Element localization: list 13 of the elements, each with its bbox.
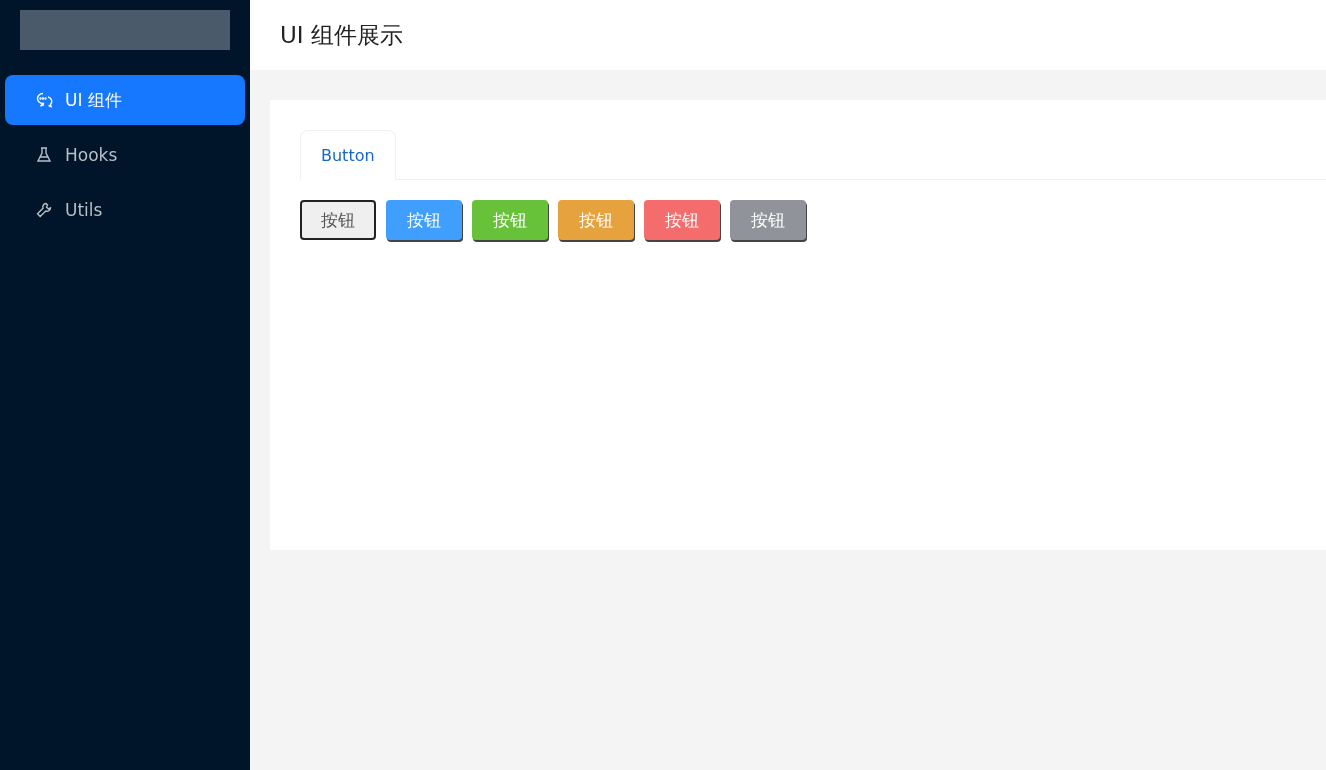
page-title: UI 组件展示	[280, 20, 403, 50]
sidebar-item[interactable]: Hooks	[5, 130, 245, 180]
demo-button[interactable]: 按钮	[558, 200, 634, 240]
tab[interactable]: Button	[300, 130, 396, 180]
wrench-icon	[35, 201, 53, 219]
sidebar-item[interactable]: Utils	[5, 185, 245, 235]
demo-button[interactable]: 按钮	[472, 200, 548, 240]
demo-button[interactable]: 按钮	[730, 200, 806, 240]
demo-button[interactable]: 按钮	[644, 200, 720, 240]
flask-icon	[35, 146, 53, 164]
sidebar-item[interactable]: UI 组件	[5, 75, 245, 125]
demo-button[interactable]: 按钮	[300, 200, 376, 240]
demo-button[interactable]: 按钮	[386, 200, 462, 240]
